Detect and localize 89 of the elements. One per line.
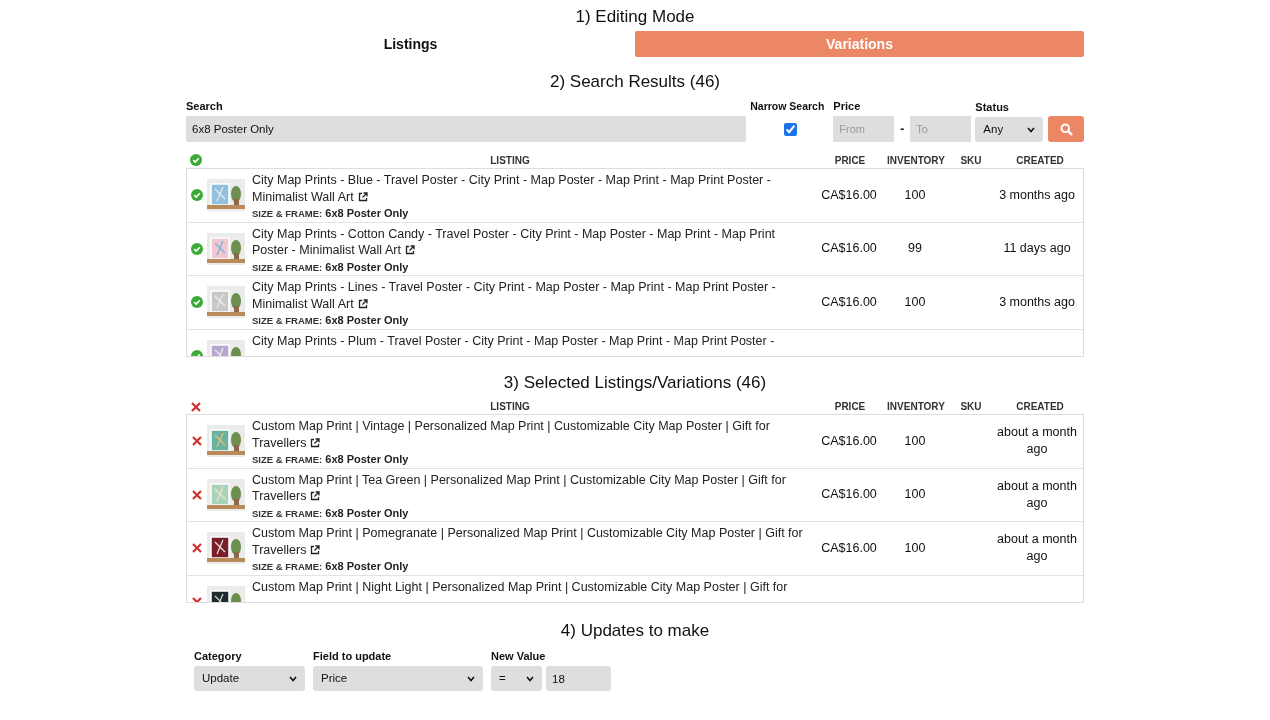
listing-title: Custom Map Print | Night Light | Personalized Map Print | Customizable City Map Poster | Gift for bbox=[252, 578, 789, 595]
field-label: Narrow Search bbox=[750, 99, 826, 113]
column-header: LISTING bbox=[490, 401, 530, 412]
created-text: about a month ago bbox=[997, 532, 1077, 564]
column-header: INVENTORY bbox=[887, 401, 945, 412]
listing-title: City Map Prints - Plum - Travel Poster - City Print - Map Poster - Map Print - Map Print Poster - bbox=[252, 332, 776, 349]
external-link-icon[interactable] bbox=[357, 191, 368, 202]
select-field[interactable]: = bbox=[491, 666, 542, 691]
price-to-field[interactable]: To bbox=[910, 116, 972, 142]
external-link-icon[interactable] bbox=[404, 245, 415, 255]
inventory-text: 100 bbox=[904, 540, 926, 555]
inventory-text: 100 bbox=[904, 487, 926, 502]
option-value: 6x8 Poster Only bbox=[325, 560, 409, 572]
field-label: Category bbox=[194, 649, 243, 663]
option-label: SIZE & FRAME: bbox=[252, 561, 323, 572]
option-value: 6x8 Poster Only bbox=[325, 260, 409, 273]
column-header: SKU bbox=[960, 401, 982, 412]
column-header: PRICE bbox=[834, 155, 866, 166]
external-link-icon[interactable] bbox=[310, 544, 321, 555]
section-heading: 4) Updates to make bbox=[560, 621, 710, 640]
inventory-text: 100 bbox=[904, 187, 926, 202]
select-field[interactable]: Update bbox=[194, 666, 305, 691]
check-icon[interactable] bbox=[191, 296, 203, 309]
field-label: Status bbox=[975, 100, 1010, 114]
inventory-text: 100 bbox=[904, 433, 926, 448]
check-icon[interactable] bbox=[191, 189, 203, 202]
price-text: CA$16.00 bbox=[821, 540, 877, 555]
created-text: about a month ago bbox=[997, 478, 1077, 510]
created-text: about a month ago bbox=[997, 425, 1077, 457]
chevron-down-icon bbox=[289, 675, 297, 682]
price-text: CA$16.00 bbox=[821, 433, 877, 448]
range-separator: - bbox=[899, 121, 906, 138]
created-text: 3 months ago bbox=[999, 187, 1075, 202]
external-link-icon[interactable] bbox=[310, 437, 321, 448]
search-button[interactable] bbox=[1048, 116, 1084, 142]
option-value: 6x8 Poster Only bbox=[325, 506, 409, 519]
section-heading: 1) Editing Mode bbox=[575, 7, 695, 26]
remove-icon[interactable] bbox=[192, 489, 202, 500]
column-header: SKU bbox=[960, 155, 982, 166]
field-label: Search bbox=[186, 99, 224, 113]
select-field[interactable]: Price bbox=[313, 666, 483, 691]
listing-title: City Map Prints - Lines - Travel Poster - City Print - Map Poster - Map Print - Map Print Poster - Minimalist Wall Art bbox=[252, 279, 777, 312]
external-link-icon[interactable] bbox=[310, 491, 321, 501]
new-value-field[interactable]: 18 bbox=[546, 666, 611, 691]
option-value: 6x8 Poster Only bbox=[325, 314, 409, 326]
narrow-search-checkbox[interactable] bbox=[784, 122, 798, 136]
listing-title: Custom Map Print | Pomegranate | Personalized Map Print | Customizable City Map Poster | Gift for Travellers bbox=[252, 525, 804, 558]
chevron-down-icon bbox=[526, 675, 534, 682]
column-header: CREATED bbox=[1016, 155, 1064, 166]
price-text: CA$16.00 bbox=[821, 187, 877, 202]
field-label: New Value bbox=[491, 649, 547, 663]
section-heading: 3) Selected Listings/Variations (46) bbox=[503, 373, 767, 392]
remove-icon[interactable] bbox=[191, 402, 201, 412]
inventory-text: 100 bbox=[904, 294, 926, 309]
remove-icon[interactable] bbox=[192, 436, 202, 447]
created-text: 3 months ago bbox=[999, 294, 1075, 309]
option-label: SIZE & FRAME: bbox=[252, 208, 323, 219]
listing-title: City Map Prints - Cotton Candy - Travel Poster - City Print - Map Poster - Map Print - Map Print Poster - Minimalist Wall Art bbox=[252, 225, 777, 259]
column-header: LISTING bbox=[490, 155, 530, 166]
chevron-down-icon bbox=[467, 675, 475, 682]
external-link-icon[interactable] bbox=[357, 298, 368, 309]
check-icon[interactable] bbox=[191, 242, 203, 255]
listing-title: Custom Map Print | Vintage | Personalized Map Print | Customizable City Map Poster | Gift for Travellers bbox=[252, 418, 771, 451]
search-field[interactable]: 6x8 Poster Only bbox=[186, 116, 747, 142]
field-label: Field to update bbox=[313, 649, 393, 663]
option-value: 6x8 Poster Only bbox=[325, 453, 409, 465]
price-text: CA$16.00 bbox=[821, 294, 877, 309]
option-label: SIZE & FRAME: bbox=[252, 507, 323, 519]
search-icon bbox=[1059, 122, 1073, 136]
column-header: PRICE bbox=[834, 401, 866, 412]
field-label: Price bbox=[833, 99, 862, 113]
section-heading: 2) Search Results (46) bbox=[549, 72, 721, 91]
option-label: SIZE & FRAME: bbox=[252, 315, 323, 326]
listing-title: Custom Map Print | Tea Green | Personalized Map Print | Customizable City Map Poster | Gift for Travellers bbox=[252, 471, 787, 505]
price-text: CA$16.00 bbox=[821, 241, 877, 256]
chevron-down-icon bbox=[1027, 126, 1036, 133]
option-value: 6x8 Poster Only bbox=[325, 207, 409, 219]
price-text: CA$16.00 bbox=[821, 487, 877, 502]
remove-icon[interactable] bbox=[192, 543, 202, 554]
column-header: CREATED bbox=[1016, 401, 1064, 412]
check-icon[interactable] bbox=[190, 154, 202, 166]
created-text: 11 days ago bbox=[1003, 241, 1071, 256]
option-label: SIZE & FRAME: bbox=[252, 261, 323, 273]
select-field[interactable]: Any bbox=[975, 117, 1044, 142]
inventory-text: 99 bbox=[908, 241, 922, 256]
option-label: SIZE & FRAME: bbox=[252, 454, 323, 465]
column-header: INVENTORY bbox=[887, 155, 945, 166]
price-from-field[interactable]: From bbox=[833, 116, 895, 142]
listing-title: City Map Prints - Blue - Travel Poster - City Print - Map Poster - Map Print - Map Print Poster - Minimalist Wall Art bbox=[252, 172, 772, 205]
